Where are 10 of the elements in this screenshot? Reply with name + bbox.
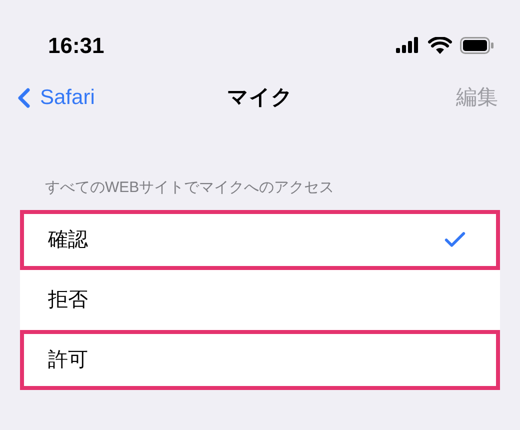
- signal-icon: [396, 37, 420, 53]
- option-row[interactable]: 許可: [20, 330, 500, 390]
- status-time: 16:31: [48, 32, 104, 60]
- battery-icon: [460, 36, 494, 54]
- wifi-icon: [428, 36, 452, 54]
- option-row[interactable]: 確認: [20, 210, 500, 270]
- option-row[interactable]: 拒否: [20, 270, 500, 330]
- page-title: マイク: [227, 85, 293, 112]
- back-link[interactable]: Safari: [8, 82, 95, 114]
- section-header: すべてのWEBサイトでマイクへのアクセス: [45, 179, 334, 196]
